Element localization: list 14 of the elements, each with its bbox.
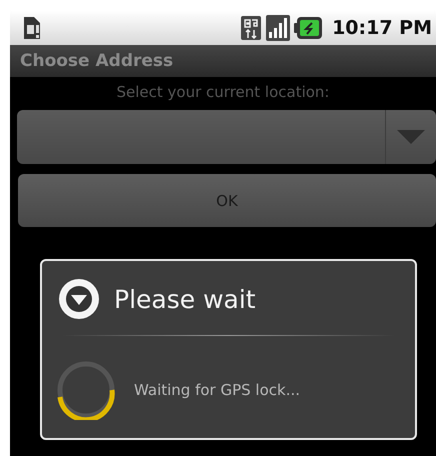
battery-charging-icon (294, 16, 322, 38)
dialog-message: Waiting for GPS lock... (134, 381, 300, 399)
signal-strength-icon (266, 14, 290, 40)
3g-data-icon (240, 14, 262, 40)
dialog-title: Please wait (114, 284, 256, 314)
ok-button[interactable]: OK (18, 174, 436, 227)
sim-card-alert-icon (22, 14, 42, 40)
loading-spinner-icon (56, 360, 116, 420)
window-title: Choose Address (20, 51, 174, 71)
status-time: 10:17 PM (332, 16, 432, 38)
location-label: Select your current location: (116, 83, 330, 103)
dialog-info-icon (58, 278, 100, 320)
location-dropdown[interactable] (17, 110, 436, 164)
dropdown-arrow-icon (397, 130, 425, 144)
